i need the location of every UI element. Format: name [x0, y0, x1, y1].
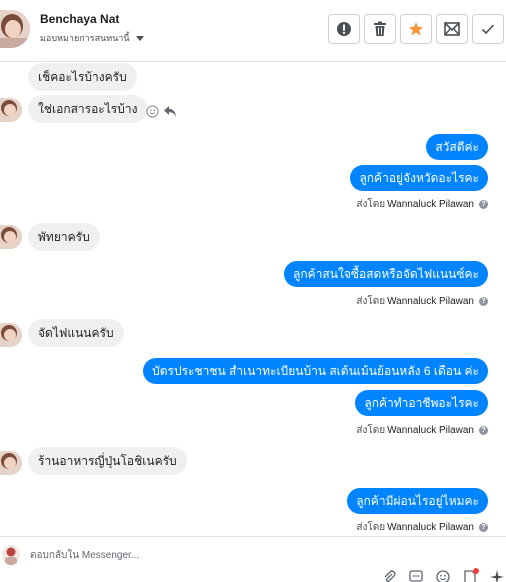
outgoing-message[interactable]: สวัสดีค่ะ	[426, 134, 488, 160]
star-icon	[409, 22, 423, 36]
help-icon[interactable]: ?	[479, 426, 488, 435]
chevron-down-icon	[135, 35, 144, 41]
smiley-icon	[436, 570, 450, 582]
sent-by-label: ส่งโดย Wannaluck Pilawan ?	[356, 423, 488, 438]
emoji-button[interactable]	[434, 570, 452, 582]
sent-by-label: ส่งโดย Wannaluck Pilawan ?	[356, 294, 488, 309]
sent-by-prefix: ส่งโดย	[356, 425, 386, 436]
saved-replies-button[interactable]	[407, 570, 425, 582]
help-icon[interactable]: ?	[479, 297, 488, 306]
reply-composer: ตอบกลับใน Messenger...	[0, 536, 506, 582]
star-button[interactable]	[400, 14, 432, 44]
sent-by-prefix: ส่งโดย	[356, 522, 386, 533]
help-icon[interactable]: ?	[479, 200, 488, 209]
sender-name: Wannaluck Pilawan	[387, 522, 474, 533]
incoming-message[interactable]: ร้านอาหารญี่ปุ่นโอชิเนครับ	[28, 447, 187, 475]
check-icon	[481, 24, 495, 35]
mark-done-button[interactable]	[472, 14, 504, 44]
reply-input[interactable]: ตอบกลับใน Messenger...	[30, 548, 139, 563]
paperclip-icon	[384, 570, 396, 582]
avatar[interactable]	[0, 323, 22, 347]
alert-icon	[337, 22, 351, 36]
saved-replies-icon	[409, 570, 423, 582]
sender-name: Wannaluck Pilawan	[387, 199, 474, 210]
sender-name: Wannaluck Pilawan	[387, 296, 474, 307]
outgoing-message[interactable]: ลูกค้าสนใจซื้อสดหรือจัดไฟแนนซ์คะ	[284, 261, 488, 287]
incoming-message[interactable]: จัดไฟแนนครับ	[28, 319, 124, 347]
conversation-header: Benchaya Nat มอบหมายการสนทนานี้	[0, 0, 506, 62]
more-tools-button[interactable]	[488, 570, 506, 582]
outgoing-message[interactable]: ลูกค้ามีผ่อนไรอยู่ไหมคะ	[347, 488, 488, 514]
avatar[interactable]	[0, 451, 22, 475]
mark-spam-button[interactable]	[328, 14, 360, 44]
reply-icon[interactable]	[163, 105, 177, 118]
assign-conversation-dropdown[interactable]: มอบหมายการสนทนานี้	[40, 31, 144, 45]
delete-button[interactable]	[364, 14, 396, 44]
outgoing-message[interactable]: ลูกค้าทำอาชีพอะไรคะ	[355, 390, 488, 416]
avatar[interactable]	[0, 225, 22, 249]
mark-unread-icon	[444, 22, 460, 36]
avatar[interactable]	[0, 98, 22, 122]
file-button[interactable]	[461, 568, 479, 582]
notification-dot	[473, 568, 479, 574]
sender-name: Wannaluck Pilawan	[387, 425, 474, 436]
trash-icon	[374, 21, 386, 36]
sent-by-label: ส่งโดย Wannaluck Pilawan ?	[356, 197, 488, 212]
outgoing-message[interactable]: ลูกค้าอยู่จังหวัดอะไรคะ	[350, 165, 488, 191]
contact-name[interactable]: Benchaya Nat	[40, 12, 119, 26]
attach-button[interactable]	[380, 570, 398, 582]
page-avatar	[2, 545, 20, 565]
avatar[interactable]	[0, 10, 30, 48]
sent-by-prefix: ส่งโดย	[356, 199, 386, 210]
incoming-message[interactable]: เช็คอะไรบ้างครับ	[28, 63, 137, 91]
smiley-icon[interactable]	[146, 105, 159, 118]
sent-by-label: ส่งโดย Wannaluck Pilawan ?	[356, 520, 488, 535]
incoming-message[interactable]: ใช่เอกสารอะไรบ้าง	[28, 95, 148, 123]
sparkle-icon	[490, 570, 504, 582]
help-icon[interactable]: ?	[479, 523, 488, 532]
message-thread[interactable]: เช็คอะไรบ้างครับ ใช่เอกสารอะไรบ้าง สวัสด…	[0, 62, 506, 536]
sent-by-prefix: ส่งโดย	[356, 296, 386, 307]
mark-unread-button[interactable]	[436, 14, 468, 44]
incoming-message[interactable]: พัทยาครับ	[28, 223, 100, 251]
outgoing-message[interactable]: บัตรประชาชน สำเนาทะเบียนบ้าน สเต้นเม้นย้…	[143, 358, 488, 384]
assign-label: มอบหมายการสนทนานี้	[40, 33, 130, 43]
